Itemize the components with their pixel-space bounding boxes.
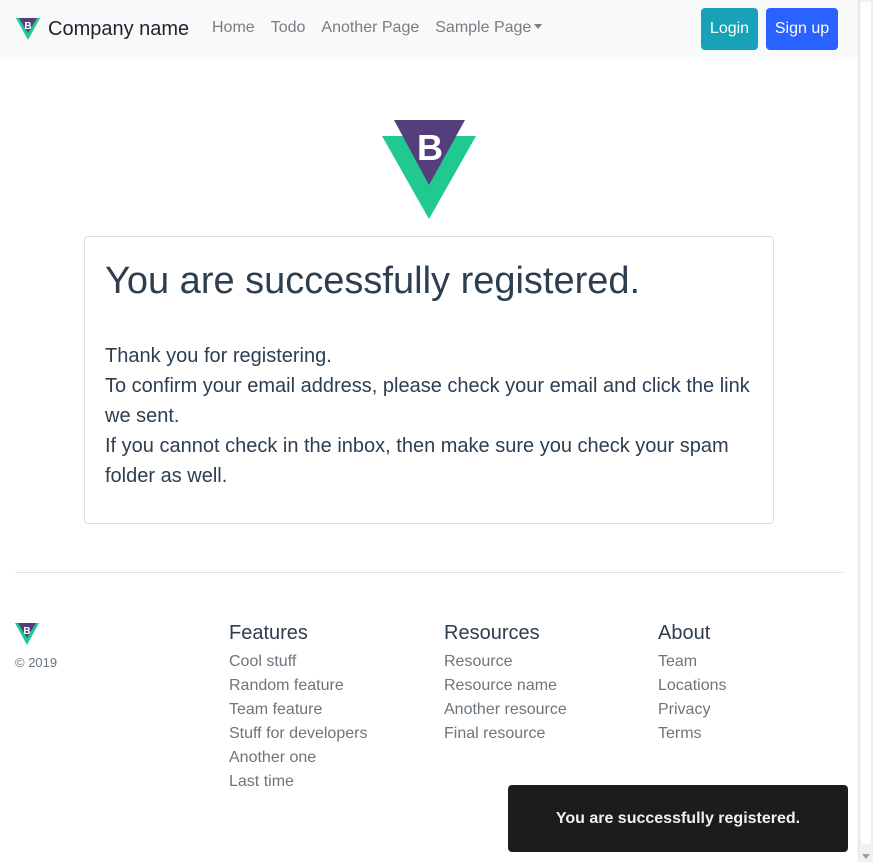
nav-another-page[interactable]: Another Page [313, 16, 427, 40]
footer-link[interactable]: Another resource [444, 698, 567, 722]
toast-notification[interactable]: You are successfully registered. [508, 785, 848, 852]
footer-column-features: Features Cool stuff Random feature Team … [229, 620, 367, 794]
footer-link[interactable]: Team [658, 650, 727, 674]
registration-card: You are successfully registered. Thank y… [84, 236, 774, 524]
footer-column-resources: Resources Resource Resource name Another… [444, 620, 567, 746]
footer-divider [15, 572, 843, 573]
svg-text:B: B [24, 21, 31, 32]
footer-link[interactable]: Terms [658, 722, 727, 746]
vertical-scrollbar[interactable] [858, 0, 873, 862]
footer-heading: Features [229, 622, 308, 644]
bootstrap-vue-logo-icon: B [15, 623, 39, 645]
message-line: To confirm your email address, please ch… [105, 375, 750, 427]
message-line: If you cannot check in the inbox, then m… [105, 435, 729, 487]
footer-link[interactable]: Last time [229, 770, 367, 794]
signup-button[interactable]: Sign up [766, 8, 838, 50]
copyright: © 2019 [15, 655, 58, 670]
footer-link[interactable]: Random feature [229, 674, 367, 698]
bootstrap-vue-logo-icon: B [16, 18, 40, 40]
login-button[interactable]: Login [701, 8, 758, 50]
caret-down-icon [534, 24, 543, 29]
footer-column-about: About Team Locations Privacy Terms [658, 620, 727, 746]
footer-link[interactable]: Locations [658, 674, 727, 698]
scrollbar-thumb[interactable] [861, 2, 871, 844]
page-title: You are successfully registered. [105, 260, 641, 302]
footer-link[interactable]: Stuff for developers [229, 722, 367, 746]
bootstrap-vue-logo-icon: B [382, 120, 476, 219]
scroll-down-arrow-icon[interactable] [862, 854, 870, 859]
svg-text:B: B [417, 127, 443, 168]
message-line: Thank you for registering. [105, 345, 332, 367]
brand-name: Company name [48, 18, 190, 40]
footer-link[interactable]: Another one [229, 746, 367, 770]
nav-todo[interactable]: Todo [263, 16, 314, 40]
footer-link[interactable]: Team feature [229, 698, 367, 722]
toast-message: You are successfully registered. [555, 809, 801, 827]
nav-links: Home Todo Another Page Sample Page [204, 16, 550, 40]
footer-link[interactable]: Privacy [658, 698, 727, 722]
content-area: B Company name Home Todo Another Page Sa… [0, 0, 858, 862]
footer-link[interactable]: Cool stuff [229, 650, 367, 674]
footer-heading: About [658, 622, 711, 644]
footer-link[interactable]: Final resource [444, 722, 567, 746]
navbar: B Company name Home Todo Another Page Sa… [0, 0, 858, 57]
svg-text:B: B [23, 626, 30, 637]
footer-link[interactable]: Resource [444, 650, 567, 674]
nav-sample-page-dropdown[interactable]: Sample Page [427, 16, 550, 40]
nav-sample-page-label: Sample Page [435, 19, 532, 36]
page: B Company name Home Todo Another Page Sa… [0, 0, 873, 862]
brand-link[interactable]: B Company name [16, 14, 189, 44]
nav-home[interactable]: Home [204, 16, 263, 40]
footer-heading: Resources [444, 622, 540, 644]
card-body: Thank you for registering. To confirm yo… [105, 341, 753, 491]
footer-link[interactable]: Resource name [444, 674, 567, 698]
